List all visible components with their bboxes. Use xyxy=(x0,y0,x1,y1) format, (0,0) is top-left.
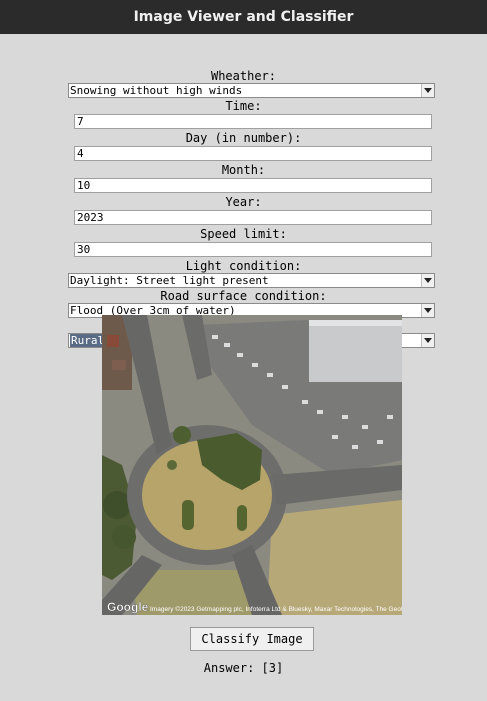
chevron-down-icon[interactable] xyxy=(421,84,434,97)
time-input[interactable]: 7 xyxy=(74,114,432,129)
light-condition-value: Daylight: Street light present xyxy=(70,274,269,287)
aerial-image: Google Imagery ©2023 Getmapping plc, Inf… xyxy=(102,315,402,615)
title-bar: Image Viewer and Classifier xyxy=(0,0,487,34)
chevron-down-icon[interactable] xyxy=(421,334,434,347)
google-logo: Google xyxy=(107,600,149,614)
time-label: Time: xyxy=(225,99,262,113)
light-condition-select[interactable]: Daylight: Street light present xyxy=(68,273,435,288)
urban-rural-value: Rural xyxy=(70,334,106,347)
imagery-attribution: Imagery ©2023 Getmapping plc, Infoterra … xyxy=(150,605,402,613)
speed-limit-input[interactable]: 30 xyxy=(74,242,432,257)
chevron-down-icon[interactable] xyxy=(421,274,434,287)
aerial-map-graphic: Google Imagery ©2023 Getmapping plc, Inf… xyxy=(102,315,402,615)
weather-label: Wheather: xyxy=(210,69,277,83)
day-label: Day (in number): xyxy=(185,131,302,145)
speed-limit-label: Speed limit: xyxy=(200,227,287,241)
weather-value: Snowing without high winds xyxy=(70,84,243,97)
weather-select[interactable]: Snowing without high winds xyxy=(68,83,435,98)
month-input[interactable]: 10 xyxy=(74,178,432,193)
answer-text: Answer: [3] xyxy=(203,661,284,675)
road-surface-label: Road surface condition: xyxy=(160,289,327,303)
year-label: Year: xyxy=(225,195,262,209)
window-title: Image Viewer and Classifier xyxy=(133,9,354,25)
light-condition-label: Light condition: xyxy=(185,259,302,273)
day-input[interactable]: 4 xyxy=(74,146,432,161)
month-label: Month: xyxy=(221,163,266,177)
classify-button[interactable]: Classify Image xyxy=(190,627,314,651)
year-input[interactable]: 2023 xyxy=(74,210,432,225)
chevron-down-icon[interactable] xyxy=(421,304,434,317)
